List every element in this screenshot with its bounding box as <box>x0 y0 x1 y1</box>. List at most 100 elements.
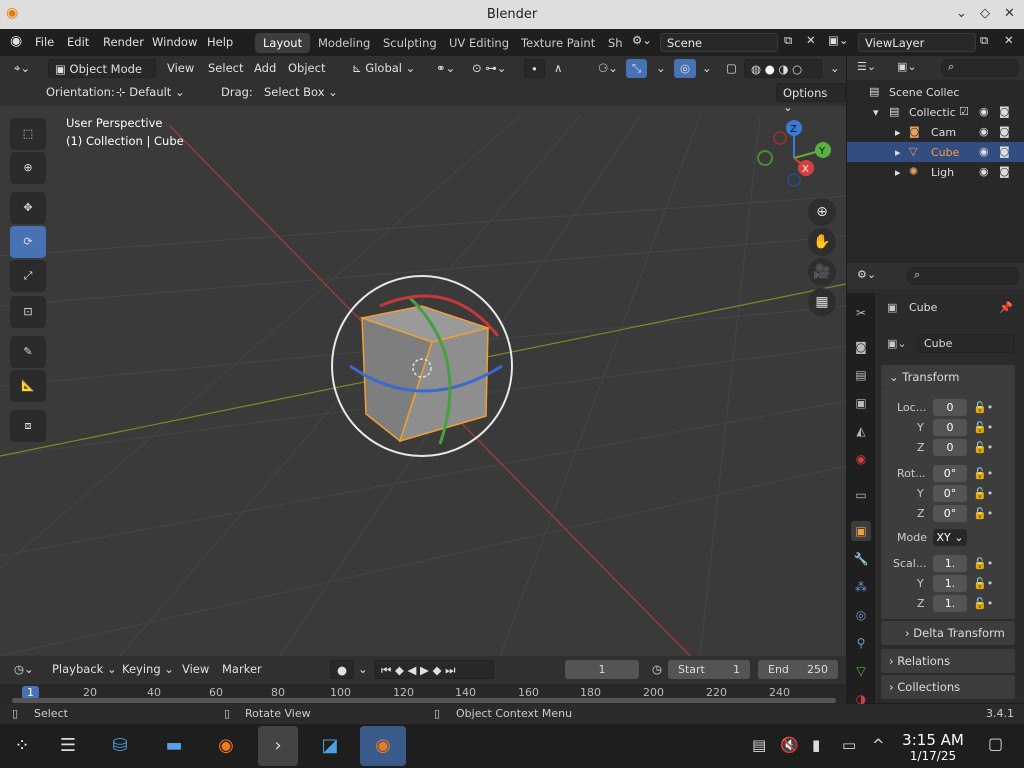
expand-icon[interactable]: ▸ <box>895 166 901 179</box>
proportional-editing-icon[interactable]: • <box>524 59 545 78</box>
menu-object[interactable]: Object <box>282 59 331 78</box>
blender-task-icon[interactable]: ◉ <box>360 726 406 766</box>
scale-x[interactable]: 1. <box>933 555 967 572</box>
scale-y[interactable]: 1. <box>933 575 967 592</box>
render-camera-icon[interactable]: ◙ <box>999 125 1010 138</box>
gizmo-dropdown-icon[interactable]: ⌄ <box>650 59 672 78</box>
timeline-scrollbar[interactable] <box>12 698 836 703</box>
rendered-shading-icon[interactable]: ○ <box>792 62 802 76</box>
modifier-tab-icon[interactable]: 🔧 <box>851 549 871 569</box>
visibility-eye-icon[interactable]: ◉ <box>979 145 989 158</box>
menu-edit[interactable]: Edit <box>67 35 89 49</box>
tab-modeling[interactable]: Modeling <box>310 33 378 53</box>
outliner-row-collection[interactable]: ▾ ▤ Collectic ☑ ◉ ◙ <box>847 102 1024 122</box>
end-frame-field[interactable]: End 250 <box>758 660 838 679</box>
visibility-eye-icon[interactable]: ◉ <box>979 105 989 118</box>
close-button[interactable]: ✕ <box>1004 6 1015 21</box>
move-tool[interactable]: ✥ <box>10 192 46 224</box>
outliner-row-cube[interactable]: ▸ ▽ Cube ◉ ◙ <box>847 142 1024 162</box>
data-tab-icon[interactable]: ▽ <box>851 661 871 681</box>
jump-end-icon[interactable]: ⏭ <box>445 663 455 677</box>
rotation-mode-dropdown[interactable]: XY ⌄ <box>933 529 967 546</box>
zoom-icon[interactable]: ⊕ <box>808 198 836 226</box>
shading-dropdown-icon[interactable]: ⌄ <box>824 59 846 78</box>
menu-window[interactable]: Window <box>152 35 197 49</box>
view-layer-icon[interactable]: ▣⌄ <box>828 33 849 47</box>
tab-layout[interactable]: Layout <box>255 33 311 53</box>
scene-tab-icon[interactable]: ◭ <box>851 421 871 441</box>
menu-file[interactable]: File <box>35 35 54 49</box>
visibility-eye-icon[interactable]: ◉ <box>979 165 989 178</box>
gizmo-toggle-icon[interactable]: ⤡ <box>626 59 648 78</box>
clock[interactable]: 3:15 AM 1/17/25 <box>898 731 968 763</box>
solid-shading-icon[interactable]: ● <box>765 62 775 76</box>
render-camera-icon[interactable]: ◙ <box>999 165 1010 178</box>
lock-icon[interactable]: 🔓• <box>973 577 993 590</box>
new-view-layer-icon[interactable]: ⧉ <box>980 33 988 48</box>
drag-dropdown[interactable]: Select Box ⌄ <box>258 83 344 102</box>
menu-help[interactable]: Help <box>207 35 233 49</box>
scale-tool[interactable]: ⤢ <box>10 260 46 292</box>
visibility-eye-icon[interactable]: ◉ <box>979 125 989 138</box>
lock-icon[interactable]: 🔓• <box>973 421 993 434</box>
measure-tool[interactable]: 📐 <box>10 370 46 402</box>
menu-view[interactable]: View <box>161 59 200 78</box>
world-tab-icon[interactable]: ◉ <box>851 449 871 469</box>
pan-hand-icon[interactable]: ✋ <box>808 228 836 256</box>
record-icon[interactable]: ● <box>330 660 355 679</box>
display-mode-icon[interactable]: ▣⌄ <box>897 60 917 73</box>
outliner-row-scene-collection[interactable]: ▤ Scene Collec <box>847 82 1024 102</box>
pin-icon[interactable]: 📌 <box>999 301 1013 314</box>
transform-orientation-dropdown[interactable]: ⊾ Global ⌄ <box>346 59 421 78</box>
settings-icon[interactable]: ☰ <box>48 726 88 766</box>
collection-tab-icon[interactable]: ▭ <box>851 485 871 505</box>
show-desktop-icon[interactable]: ▢ <box>988 734 1003 753</box>
object-tab-icon[interactable]: ▣ <box>851 521 871 541</box>
menu-select[interactable]: Select <box>202 59 249 78</box>
rotate-tool[interactable]: ⟳ <box>10 226 46 258</box>
tab-uv-editing[interactable]: UV Editing <box>441 33 517 53</box>
tray-expand-icon[interactable]: ^ <box>872 736 885 754</box>
clipboard-icon[interactable]: ▤ <box>752 736 766 754</box>
overlay-dropdown-icon[interactable]: ⌄ <box>696 59 718 78</box>
menu-render[interactable]: Render <box>103 35 144 49</box>
blender-menu-icon[interactable]: ◉ <box>10 33 22 49</box>
outliner-search-icon[interactable]: ⌕ <box>941 59 1019 77</box>
expand-icon[interactable]: ▸ <box>895 146 901 159</box>
visibility-icon[interactable]: ⚆⌄ <box>592 59 624 78</box>
navigation-gizmo[interactable]: Z Y X <box>748 118 838 198</box>
properties-editor-icon[interactable]: ⚙⌄ <box>857 268 876 281</box>
rotation-y[interactable]: 0° <box>933 485 967 502</box>
auto-keying-icon[interactable]: ⌄ <box>352 660 374 679</box>
timeline-editor-icon[interactable]: ◷⌄ <box>8 660 40 679</box>
object-data-icon[interactable]: ▣⌄ <box>887 337 907 350</box>
collections-panel-header[interactable]: › Collections <box>881 675 1015 699</box>
maximize-button[interactable]: ◇ <box>980 6 990 21</box>
scale-z[interactable]: 1. <box>933 595 967 612</box>
play-icon[interactable]: ▶ <box>420 663 429 677</box>
network-icon[interactable]: ▭ <box>842 736 856 754</box>
expand-icon[interactable]: ▾ <box>873 106 879 119</box>
render-tab-icon[interactable]: ◙ <box>851 337 871 357</box>
lock-icon[interactable]: 🔓• <box>973 557 993 570</box>
file-manager-icon[interactable]: ▬ <box>154 726 194 766</box>
location-x[interactable]: 0 <box>933 399 967 416</box>
tab-shading[interactable]: Sh <box>600 33 631 53</box>
shading-modes[interactable]: ◍ ● ◑ ○ <box>744 59 822 78</box>
jump-start-icon[interactable]: ⏮ <box>381 663 391 677</box>
options-dropdown[interactable]: Options ⌄ <box>776 83 846 114</box>
pivot-icon[interactable]: ⚭⌄ <box>430 59 461 78</box>
overlay-toggle-icon[interactable]: ◎ <box>674 59 697 78</box>
view-layer-tab-icon[interactable]: ▣ <box>851 393 871 413</box>
expand-icon[interactable]: ▸ <box>895 126 901 139</box>
material-shading-icon[interactable]: ◑ <box>778 62 788 76</box>
falloff-icon[interactable]: ∧ <box>548 59 568 78</box>
lock-icon[interactable]: 🔓• <box>973 507 993 520</box>
output-tab-icon[interactable]: ▤ <box>851 365 871 385</box>
ortho-grid-icon[interactable]: ▦ <box>808 288 836 316</box>
camera-view-icon[interactable]: 🎥 <box>808 258 836 286</box>
location-z[interactable]: 0 <box>933 439 967 456</box>
xray-icon[interactable]: ▢ <box>720 59 743 78</box>
snap-icon[interactable]: ⊙ ⊶⌄ <box>466 59 512 78</box>
tab-texture-paint[interactable]: Texture Paint <box>513 33 603 53</box>
